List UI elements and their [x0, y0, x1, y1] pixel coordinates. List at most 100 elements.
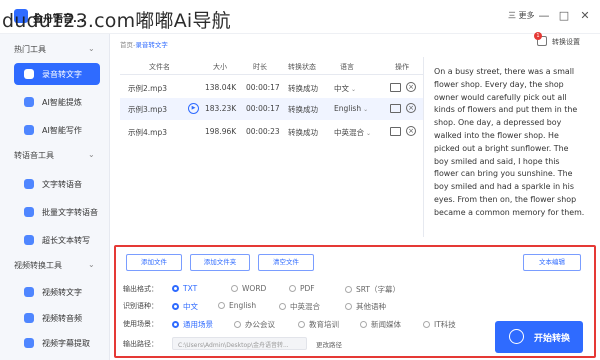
scene-option-label: 通用场景	[183, 320, 213, 329]
output-format-label: 输出格式：	[123, 285, 158, 293]
chevron-down-icon[interactable]: ⌄	[88, 150, 95, 159]
format-option-pdf[interactable]: PDF	[289, 284, 315, 293]
lang-option-chinese[interactable]: 中文	[172, 301, 198, 312]
sidebar-item-batch-text-to-speech[interactable]: 批量文字转语音	[14, 201, 100, 223]
text-edit-button[interactable]: 文本编辑	[523, 254, 581, 271]
format-option-srt[interactable]: SRT（字幕）	[345, 284, 400, 295]
file-table: 文件名 大小 时长 转换状态 语言 操作 示例2.mp3 138.04K 00:…	[120, 57, 423, 237]
subtitle-icon	[24, 338, 34, 348]
play-icon[interactable]: ▶	[188, 103, 199, 114]
radio-icon	[345, 286, 352, 293]
add-file-button[interactable]: 添加文件	[126, 254, 182, 271]
chevron-down-icon: ⌄	[363, 106, 369, 113]
format-option-txt[interactable]: TXT	[172, 284, 197, 293]
start-conversion-button[interactable]: 开始转换	[495, 321, 583, 353]
open-folder-icon[interactable]	[390, 127, 401, 136]
chevron-down-icon: ⌄	[366, 130, 372, 137]
remove-file-icon[interactable]: ×	[406, 103, 416, 113]
open-folder-icon[interactable]	[390, 104, 401, 113]
chevron-down-icon[interactable]: ⌄	[88, 260, 95, 269]
lang-option-english[interactable]: English	[218, 301, 256, 310]
sidebar-item-label: 超长文本转写	[42, 236, 90, 245]
table-row[interactable]: 示例3.mp3 ▶ 183.23K 00:00:17 转换成功 English ⌄…	[120, 98, 423, 120]
sidebar-item-ai-writing[interactable]: AI智能写作	[14, 119, 100, 141]
remove-file-icon[interactable]: ×	[406, 126, 416, 136]
column-header-duration: 时长	[253, 63, 267, 71]
clear-files-button[interactable]: 清空文件	[258, 254, 314, 271]
more-menu-button[interactable]: 三 更多	[508, 10, 535, 21]
radio-icon	[345, 303, 352, 310]
column-header-status: 转换状态	[288, 63, 316, 71]
sidebar-item-ai-extract[interactable]: AI智能提炼	[14, 91, 100, 113]
change-path-link[interactable]: 更改路径	[316, 339, 342, 349]
conversion-settings-button[interactable]: 1 转换设置	[534, 32, 589, 49]
notification-badge: 1	[534, 32, 542, 40]
language-select[interactable]: 中文 ⌄	[334, 83, 356, 94]
waveform-icon	[509, 329, 524, 344]
sidebar-item-long-text[interactable]: 超长文本转写	[14, 229, 100, 251]
sidebar-item-video-to-audio[interactable]: 视频转音频	[14, 307, 100, 329]
chevron-down-icon[interactable]: ⌄	[88, 44, 95, 53]
radio-icon	[234, 321, 241, 328]
file-status: 转换成功	[288, 105, 318, 114]
sidebar-item-text-to-speech[interactable]: 文字转语音	[14, 173, 100, 195]
scene-option-it[interactable]: IT科技	[423, 319, 456, 330]
scene-option-general[interactable]: 通用场景	[172, 319, 213, 330]
output-path-label: 输出路径：	[123, 340, 158, 348]
chevron-down-icon: ⌄	[351, 86, 357, 93]
batch-speech-icon	[24, 207, 34, 217]
table-row[interactable]: 示例4.mp3 198.96K 00:00:23 转换成功 中英混合 ⌄ ×	[120, 121, 423, 143]
radio-selected-icon	[172, 303, 179, 310]
radio-selected-icon	[172, 321, 179, 328]
sidebar-item-audio-to-text[interactable]: 录音转文字	[14, 63, 100, 85]
sidebar-item-label: 文字转语音	[42, 180, 82, 189]
text-to-speech-icon	[24, 179, 34, 189]
minimize-button[interactable]: —	[537, 9, 551, 22]
sidebar-section-hot-tools[interactable]: 热门工具	[14, 44, 46, 55]
output-path-field[interactable]: C:\Users\Admin\Desktop\金舟语音转...	[172, 337, 307, 350]
scene-option-meeting[interactable]: 办公会议	[234, 319, 275, 330]
file-size: 198.96K	[205, 127, 237, 136]
breadcrumb: 首页-录音转文字	[120, 39, 168, 49]
lang-option-label: 中英混合	[290, 302, 320, 311]
sidebar: 热门工具 ⌄ 录音转文字 AI智能提炼 AI智能写作 转语音工具 ⌄ 文字转语音…	[0, 34, 110, 360]
file-name: 示例4.mp3	[128, 128, 167, 137]
format-option-label: SRT（字幕）	[356, 285, 401, 294]
scene-label: 使用场景：	[123, 320, 158, 328]
scene-option-label: 新闻媒体	[371, 320, 401, 329]
language-select[interactable]: 中英混合 ⌄	[334, 127, 371, 138]
sidebar-section-video-tools[interactable]: 视频转换工具	[14, 260, 62, 271]
title-bar: 金舟语音... dudu123.com嘟嘟Ai导航 三 更多 — □ ✕	[0, 0, 600, 34]
scene-option-education[interactable]: 教育培训	[298, 319, 339, 330]
scene-option-label: 教育培训	[309, 320, 339, 329]
file-size: 138.04K	[205, 83, 237, 92]
radio-icon	[298, 321, 305, 328]
radio-icon	[231, 285, 238, 292]
format-option-label: WORD	[242, 284, 267, 293]
sidebar-section-to-speech[interactable]: 转语音工具	[14, 150, 54, 161]
file-status: 转换成功	[288, 84, 318, 93]
add-folder-button[interactable]: 添加文件夹	[190, 254, 250, 271]
lang-option-other[interactable]: 其他语种	[345, 301, 386, 312]
sidebar-item-video-to-text[interactable]: 视频转文字	[14, 281, 100, 303]
language-select[interactable]: English ⌄	[334, 104, 368, 113]
table-header: 文件名 大小 时长 转换状态 语言 操作	[120, 57, 423, 75]
file-duration: 00:00:23	[246, 127, 280, 136]
remove-file-icon[interactable]: ×	[406, 82, 416, 92]
close-window-button[interactable]: ✕	[578, 9, 592, 22]
radio-icon	[218, 302, 225, 309]
maximize-button[interactable]: □	[557, 9, 571, 22]
table-row[interactable]: 示例2.mp3 138.04K 00:00:17 转换成功 中文 ⌄ ×	[120, 77, 423, 99]
language-value: English	[334, 104, 362, 113]
sidebar-item-label: 视频转文字	[42, 288, 82, 297]
open-folder-icon[interactable]	[390, 83, 401, 92]
lang-option-mixed[interactable]: 中英混合	[279, 301, 320, 312]
recognize-language-label: 识别语种：	[123, 302, 158, 310]
format-option-word[interactable]: WORD	[231, 284, 266, 293]
ai-extract-icon	[24, 97, 34, 107]
sidebar-item-video-subtitle[interactable]: 视频字幕提取	[14, 332, 100, 354]
scene-option-news[interactable]: 新闻媒体	[360, 319, 401, 330]
radio-icon	[289, 285, 296, 292]
transcript-text[interactable]: On a busy street, there was a small flow…	[423, 57, 595, 237]
breadcrumb-home[interactable]: 首页	[120, 41, 133, 49]
